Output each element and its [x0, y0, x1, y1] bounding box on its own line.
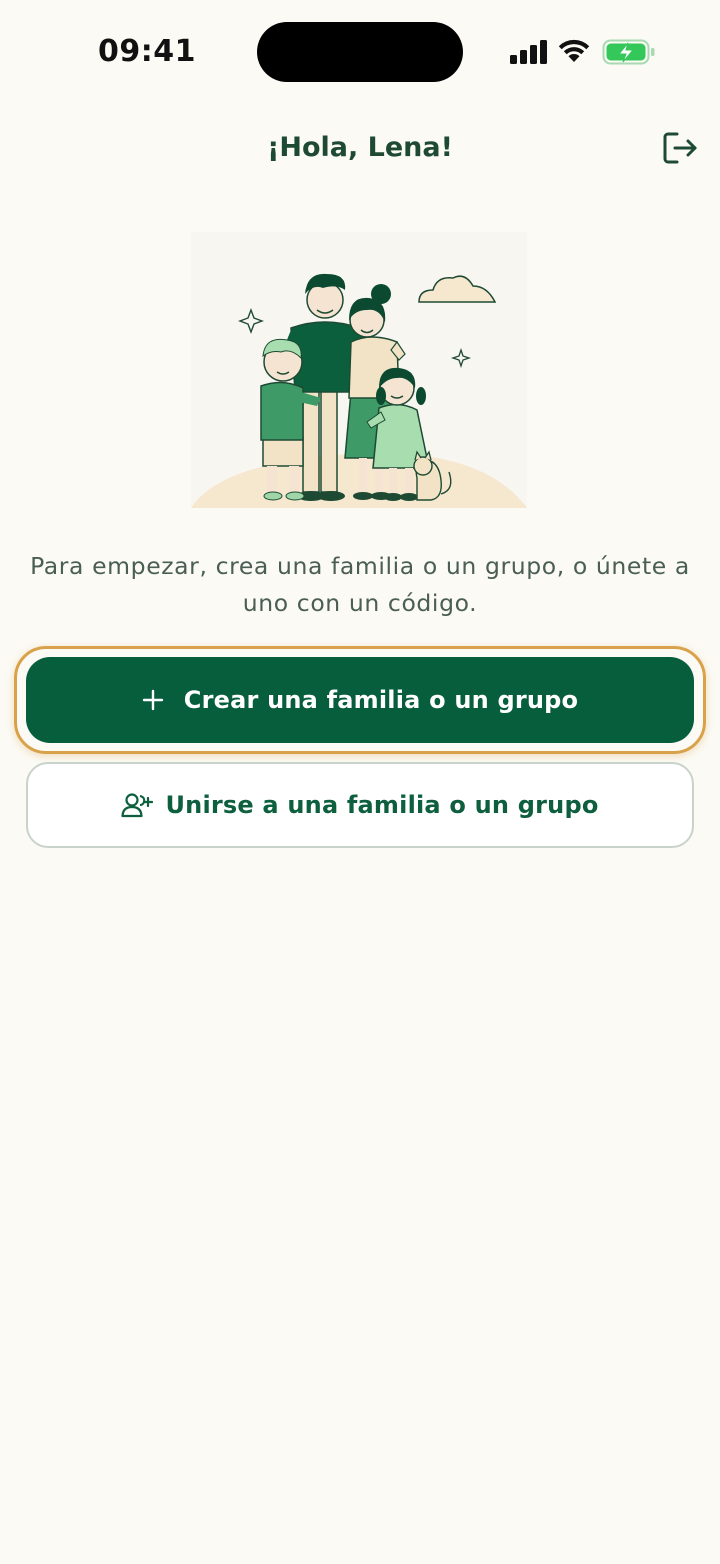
page-title: ¡Hola, Lena! [267, 132, 453, 163]
cellular-signal-icon [510, 40, 547, 64]
wifi-icon [558, 39, 590, 62]
join-group-button[interactable]: Unirse a una familia o un grupo [26, 762, 694, 848]
family-illustration [191, 232, 527, 508]
create-group-button[interactable]: Crear una familia o un grupo [26, 657, 694, 743]
logout-button[interactable] [660, 128, 700, 168]
plus-icon [142, 689, 163, 711]
dynamic-island [257, 22, 463, 82]
logout-icon [663, 132, 697, 164]
home-screen: 09:41 ¡Hola, Lena! Para empezar, crea un… [0, 0, 720, 1564]
intro-text: Para empezar, crea una familia o un grup… [30, 552, 690, 617]
battery-charging-icon [602, 39, 655, 65]
join-group-label: Unirse a una familia o un grupo [165, 791, 599, 819]
user-add-icon [121, 793, 154, 818]
status-time: 09:41 [98, 34, 196, 69]
create-group-label: Crear una familia o un grupo [183, 686, 579, 714]
